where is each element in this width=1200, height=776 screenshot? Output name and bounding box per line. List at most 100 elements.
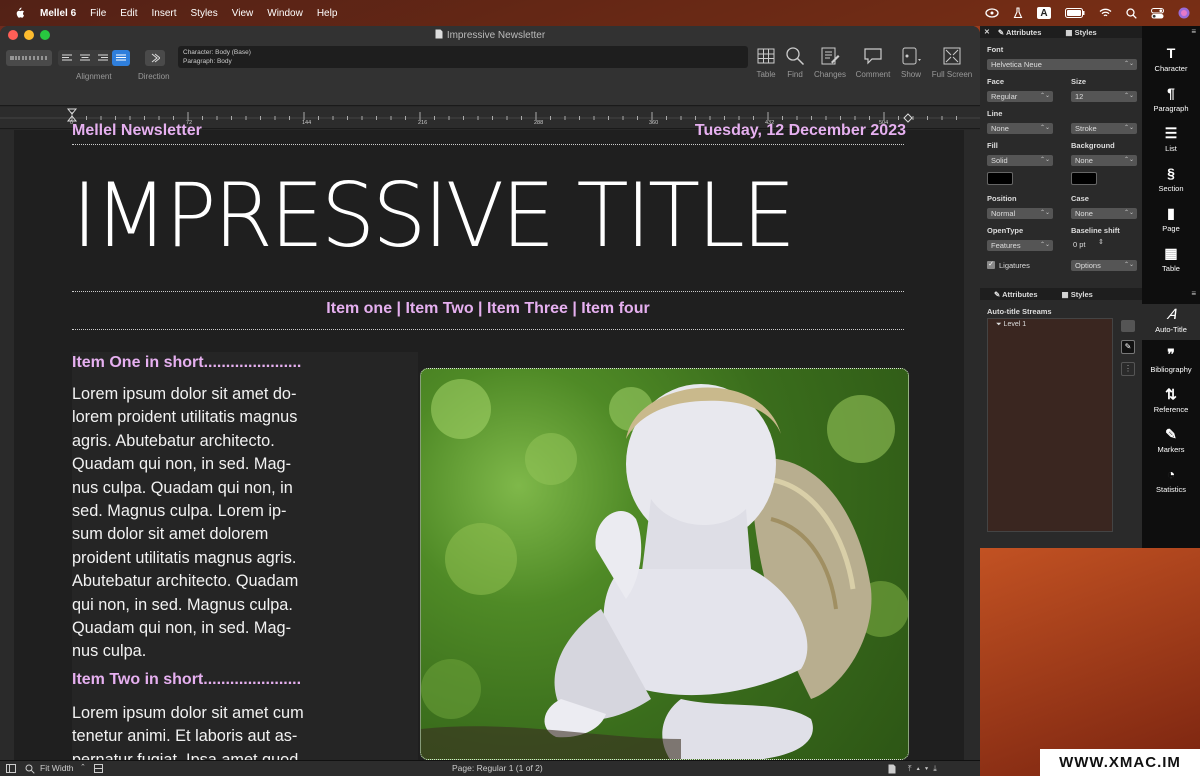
menu-insert[interactable]: Insert <box>152 8 177 19</box>
font-select[interactable]: Helvetica Neue <box>987 59 1137 70</box>
stroke-select[interactable]: Stroke <box>1071 123 1137 134</box>
ligature-style-button[interactable] <box>6 50 52 66</box>
hamburger-menu-icon[interactable]: ≡ <box>1191 27 1196 36</box>
comment-tool-button[interactable]: Comment <box>856 46 890 79</box>
line-select[interactable]: None <box>987 123 1053 134</box>
section-body[interactable]: Lorem ipsum dolor sit amet cum tenetur a… <box>72 702 332 760</box>
stream-comment-icon[interactable] <box>1121 320 1135 332</box>
sidebar-toggle-icon[interactable] <box>6 764 16 775</box>
sidebar-item-character[interactable]: T Character <box>1142 44 1200 73</box>
menu-window[interactable]: Window <box>267 8 303 19</box>
alignment-label: Alignment <box>76 72 112 81</box>
align-justify-icon[interactable] <box>112 50 130 66</box>
section-body[interactable]: Lorem ipsum dolor sit amet do- lorem pro… <box>72 383 332 664</box>
full-screen-icon <box>943 47 961 65</box>
fill-label: Fill <box>987 141 998 150</box>
flask-icon[interactable] <box>1013 7 1023 19</box>
align-center-icon[interactable] <box>76 54 94 62</box>
menu-help[interactable]: Help <box>317 8 338 19</box>
zoom-stepper-icon[interactable]: ⌃ <box>80 763 86 771</box>
background-select[interactable]: None <box>1071 155 1137 166</box>
section-heading[interactable]: Item One in short...................... <box>72 354 301 372</box>
size-select[interactable]: 12 <box>1071 91 1137 102</box>
full-screen-tool-button[interactable]: Full Screen <box>932 46 972 79</box>
changes-tool-button[interactable]: Changes <box>813 46 847 79</box>
sidebar-item-section[interactable]: § Section <box>1142 164 1200 193</box>
stream-list-icon[interactable]: ⋮ <box>1121 362 1135 376</box>
status-bar: Fit Width ⌃ Page: Regular 1 (1 of 2) ⤒▴▾… <box>0 760 980 776</box>
tab-styles-2[interactable]: ▦ Styles <box>1062 290 1093 299</box>
control-center-icon[interactable] <box>1151 7 1164 19</box>
input-source-icon[interactable]: A <box>1037 7 1051 19</box>
options-select[interactable]: Options <box>1071 260 1137 271</box>
zoom-magnifier-icon[interactable] <box>25 764 35 776</box>
baseline-stepper-icon[interactable]: ⇕ <box>1098 238 1104 246</box>
stream-item-level-1[interactable]: ⏷ Level 1 <box>996 321 1026 329</box>
section-heading[interactable]: Item Two in short...................... <box>72 671 301 689</box>
page-navigation-arrows[interactable]: ⤒▴▾⤓ <box>908 764 942 774</box>
tab-attributes[interactable]: ✎ Attributes <box>998 28 1042 37</box>
sidebar-item-paragraph[interactable]: ¶ Paragraph <box>1142 84 1200 113</box>
fill-select[interactable]: Solid <box>987 155 1053 166</box>
creative-cloud-icon[interactable] <box>985 8 999 18</box>
edit-stream-pencil-icon[interactable]: ✎ <box>1121 340 1135 354</box>
align-left-icon[interactable] <box>58 54 76 62</box>
streams-list[interactable]: ⏷ Level 1 <box>987 318 1113 532</box>
menu-app-name[interactable]: Mellel 6 <box>40 8 76 19</box>
position-select[interactable]: Normal <box>987 208 1053 219</box>
menu-styles[interactable]: Styles <box>191 8 218 19</box>
show-tool-button[interactable]: Show <box>894 46 928 79</box>
item-nav-line[interactable]: Item one | Item Two | Item Three | Item … <box>72 300 904 318</box>
zoom-window-button[interactable] <box>40 30 50 40</box>
align-right-icon[interactable] <box>94 54 112 62</box>
find-tool-button[interactable]: Find <box>778 46 812 79</box>
streams-panel-tabs: ✎ Attributes ▦ Styles <box>980 288 1142 300</box>
sidebar-item-reference[interactable]: ⇅ Reference <box>1142 385 1200 415</box>
minimize-window-button[interactable] <box>24 30 34 40</box>
close-panel-icon[interactable]: ✕ <box>984 28 990 36</box>
newsletter-name[interactable]: Mellel Newsletter <box>72 122 202 140</box>
list-icon: ☰ <box>1164 124 1178 141</box>
fill-color-swatch[interactable] <box>987 172 1013 185</box>
tab-styles[interactable]: ▦ Styles <box>1065 28 1096 37</box>
battery-icon[interactable] <box>1065 8 1085 18</box>
sidebar-item-auto-title[interactable]: 𝐴 Auto-Title <box>1142 304 1200 340</box>
sidebar-item-page[interactable]: ▮ Page <box>1142 204 1200 234</box>
menu-file[interactable]: File <box>90 8 106 19</box>
style-info-box: Character: Body (Base) Paragraph: Body <box>178 46 748 68</box>
cherub-statue-photo[interactable] <box>420 368 909 760</box>
sidebar-item-table[interactable]: ▦ Table <box>1142 244 1200 274</box>
case-select[interactable]: None <box>1071 208 1137 219</box>
reference-icon: ⇅ <box>1165 385 1177 402</box>
background-color-swatch[interactable] <box>1071 172 1097 185</box>
wifi-icon[interactable] <box>1099 8 1112 18</box>
menu-view[interactable]: View <box>232 8 254 19</box>
ligatures-checkbox[interactable]: ✓ <box>987 261 995 269</box>
page-icon[interactable] <box>888 764 896 776</box>
auto-title-streams-label: Auto-title Streams <box>987 307 1052 316</box>
sidebar-item-statistics[interactable]: ◔ Statistics <box>1142 465 1200 494</box>
baseline-shift-label: Baseline shift <box>1071 226 1120 235</box>
alignment-group <box>58 50 130 66</box>
menu-edit[interactable]: Edit <box>120 8 137 19</box>
tab-attributes-2[interactable]: ✎ Attributes <box>994 290 1038 299</box>
zoom-select[interactable]: Fit Width <box>40 763 74 773</box>
face-label: Face <box>987 77 1005 86</box>
close-window-button[interactable] <box>8 30 18 40</box>
sidebar-item-list[interactable]: ☰ List <box>1142 124 1200 154</box>
baseline-shift-field[interactable]: 0 pt <box>1073 240 1086 249</box>
big-title[interactable]: IMPRESSIVE TITLE <box>72 166 887 266</box>
watermark: WWW.XMAC.IM <box>1040 749 1200 776</box>
apple-menu-icon[interactable] <box>12 7 26 19</box>
sidebar-item-markers[interactable]: ✎ Markers <box>1142 425 1200 455</box>
spotlight-search-icon[interactable] <box>1126 7 1137 19</box>
sidebar-item-bibliography[interactable]: ❞ Bibliography <box>1142 345 1200 375</box>
opentype-select[interactable]: Features <box>987 240 1053 251</box>
direction-button[interactable] <box>145 50 165 66</box>
page-layout-icon[interactable] <box>94 764 103 775</box>
face-select[interactable]: Regular <box>987 91 1053 102</box>
newsletter-date[interactable]: Tuesday, 12 December 2023 <box>695 122 906 140</box>
table-icon <box>757 48 775 64</box>
hamburger-menu-icon[interactable]: ≡ <box>1191 289 1196 298</box>
siri-icon[interactable] <box>1178 7 1190 19</box>
